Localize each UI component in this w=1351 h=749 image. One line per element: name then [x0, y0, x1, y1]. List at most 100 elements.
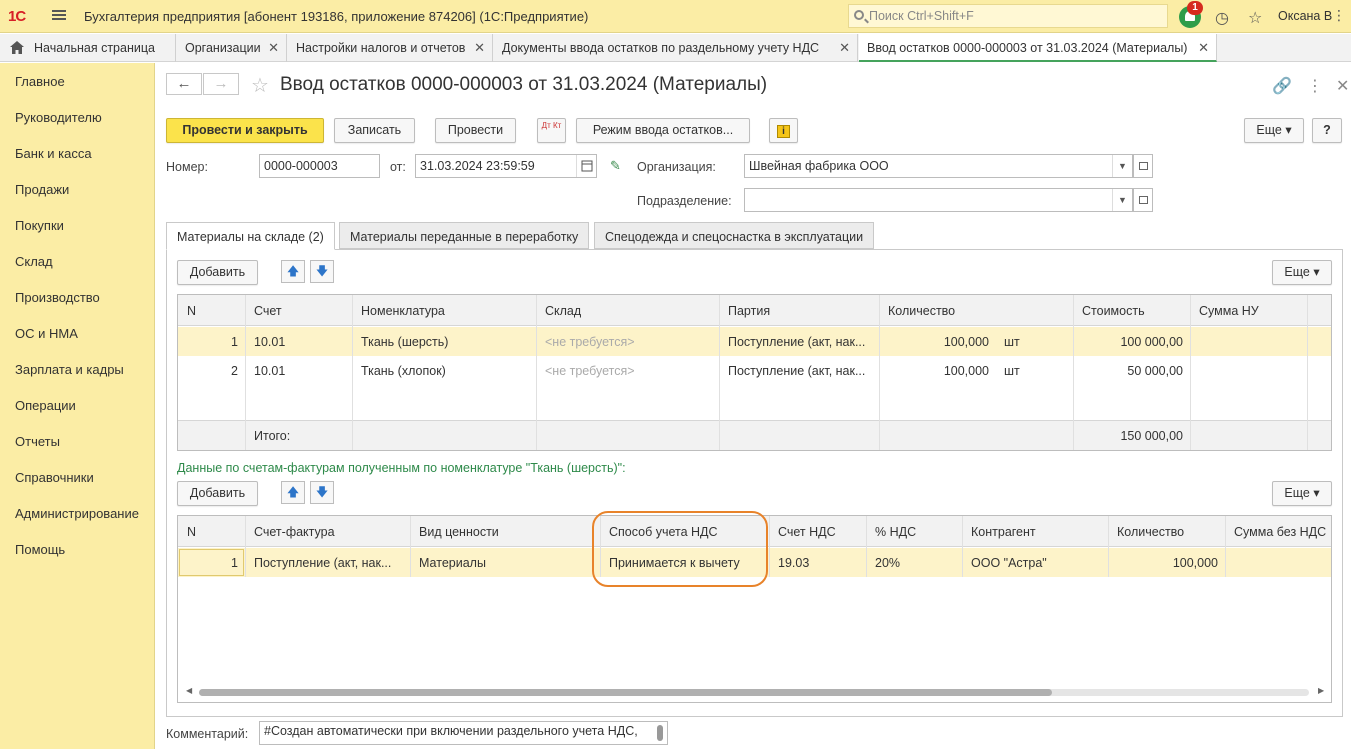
sidebar-item-operations[interactable]: Операции: [15, 398, 76, 413]
close-icon[interactable]: ✕: [839, 40, 850, 56]
tab-organizations[interactable]: Организации ✕: [177, 34, 287, 62]
value-kind-cell[interactable]: Материалы: [419, 556, 486, 570]
favorites-icon[interactable]: ☆: [1248, 8, 1262, 28]
batch-cell[interactable]: Поступление (акт, нак...: [728, 335, 874, 349]
move-up-icon[interactable]: 🡅: [281, 260, 305, 283]
post-button[interactable]: Провести: [435, 118, 516, 143]
cost-cell[interactable]: 100 000,00: [1073, 335, 1183, 349]
quantity-cell[interactable]: 100,000: [1108, 556, 1218, 570]
comment-scroll-thumb[interactable]: [657, 725, 663, 741]
col-header[interactable]: Стоимость: [1082, 304, 1145, 318]
sidebar-item-help[interactable]: Помощь: [15, 542, 65, 557]
open-department-button[interactable]: [1133, 188, 1153, 212]
counterparty-cell[interactable]: ООО "Астра": [971, 556, 1047, 570]
move-up-icon[interactable]: 🡅: [281, 481, 305, 504]
post-and-close-button[interactable]: Провести и закрыть: [166, 118, 324, 143]
organization-field[interactable]: Швейная фабрика ООО ▼: [744, 154, 1133, 178]
tab-home[interactable]: Начальная страница: [0, 34, 176, 62]
vat-rate-cell[interactable]: 20%: [875, 556, 900, 570]
close-icon[interactable]: ✕: [268, 40, 279, 56]
col-header[interactable]: % НДС: [875, 525, 916, 539]
scrollbar-thumb[interactable]: [199, 689, 1052, 696]
col-header[interactable]: Партия: [728, 304, 770, 318]
link-icon[interactable]: 🔗: [1272, 76, 1292, 96]
sidebar-item-payroll[interactable]: Зарплата и кадры: [15, 362, 124, 377]
sidebar-item-production[interactable]: Производство: [15, 290, 100, 305]
col-header[interactable]: Сумма без НДС: [1234, 525, 1326, 539]
user-name[interactable]: Оксана В: [1278, 9, 1332, 23]
batch-cell[interactable]: Поступление (акт, нак...: [728, 364, 874, 378]
sidebar-item-catalogs[interactable]: Справочники: [15, 470, 94, 485]
warehouse-cell[interactable]: <не требуется>: [545, 335, 635, 349]
sidebar-item-main[interactable]: Главное: [15, 74, 65, 89]
tab-materials-warehouse[interactable]: Материалы на складе (2): [166, 222, 335, 250]
add-button[interactable]: Добавить: [177, 481, 258, 506]
department-field[interactable]: ▼: [744, 188, 1133, 212]
favorite-star-icon[interactable]: ☆: [251, 73, 269, 98]
sidebar-item-sales[interactable]: Продажи: [15, 182, 69, 197]
menu-icon[interactable]: [52, 8, 66, 22]
quantity-cell[interactable]: 100,000: [879, 335, 989, 349]
scroll-left-icon[interactable]: ◀: [186, 686, 192, 695]
cost-cell[interactable]: 50 000,00: [1073, 364, 1183, 378]
back-button[interactable]: ←: [166, 73, 202, 95]
col-header[interactable]: Счет: [254, 304, 282, 318]
sidebar-item-admin[interactable]: Администрирование: [15, 506, 139, 521]
close-icon[interactable]: ✕: [1336, 76, 1349, 96]
close-icon[interactable]: ✕: [1198, 40, 1209, 56]
col-header[interactable]: N: [187, 525, 196, 539]
item-cell[interactable]: Ткань (шерсть): [361, 335, 448, 349]
sidebar-item-purchases[interactable]: Покупки: [15, 218, 64, 233]
more-button[interactable]: Еще ▾: [1272, 260, 1332, 285]
tab-vat-documents[interactable]: Документы ввода остатков по раздельному …: [494, 34, 858, 62]
invoice-cell[interactable]: Поступление (акт, нак...: [254, 556, 404, 570]
chevron-down-icon[interactable]: ▼: [1112, 189, 1132, 211]
col-header[interactable]: Счет НДС: [778, 525, 836, 539]
forward-button[interactable]: →: [203, 73, 239, 95]
open-organization-button[interactable]: [1133, 154, 1153, 178]
move-down-icon[interactable]: 🡇: [310, 260, 334, 283]
tab-workwear[interactable]: Спецодежда и спецоснастка в эксплуатации: [594, 222, 875, 249]
horizontal-scrollbar[interactable]: [199, 689, 1309, 696]
save-button[interactable]: Записать: [334, 118, 415, 143]
item-cell[interactable]: Ткань (хлопок): [361, 364, 446, 378]
sidebar-item-bank[interactable]: Банк и касса: [15, 146, 92, 161]
chevron-down-icon[interactable]: ▼: [1112, 155, 1132, 177]
history-icon[interactable]: ◷: [1215, 8, 1229, 28]
scroll-right-icon[interactable]: ▶: [1318, 686, 1324, 695]
col-header[interactable]: N: [187, 304, 196, 318]
tab-tax-settings[interactable]: Настройки налогов и отчетов ✕: [288, 34, 493, 62]
col-header[interactable]: Счет-фактура: [254, 525, 335, 539]
quantity-cell[interactable]: 100,000: [879, 364, 989, 378]
sidebar-item-reports[interactable]: Отчеты: [15, 434, 60, 449]
more-icon[interactable]: ⋮: [1307, 76, 1323, 96]
sidebar-item-manager[interactable]: Руководителю: [15, 110, 102, 125]
col-header[interactable]: Контрагент: [971, 525, 1036, 539]
sidebar-item-warehouse[interactable]: Склад: [15, 254, 53, 269]
move-down-icon[interactable]: 🡇: [310, 481, 334, 504]
calendar-icon[interactable]: [576, 155, 596, 177]
col-header[interactable]: Вид ценности: [419, 525, 499, 539]
more-icon[interactable]: ⋮: [1332, 7, 1346, 24]
more-button[interactable]: Еще ▾: [1272, 481, 1332, 506]
more-button[interactable]: Еще ▾: [1244, 118, 1304, 143]
add-button[interactable]: Добавить: [177, 260, 258, 285]
col-header[interactable]: Сумма НУ: [1199, 304, 1259, 318]
input-mode-button[interactable]: Режим ввода остатков...: [576, 118, 750, 143]
comment-field[interactable]: #Создан автоматически при включении разд…: [259, 721, 668, 745]
help-button[interactable]: ?: [1312, 118, 1342, 143]
col-header[interactable]: Количество: [1117, 525, 1184, 539]
col-header[interactable]: Склад: [545, 304, 581, 318]
account-cell[interactable]: 10.01: [254, 364, 285, 378]
sidebar-item-assets[interactable]: ОС и НМА: [15, 326, 78, 341]
tab-materials-processing[interactable]: Материалы переданные в переработку: [339, 222, 590, 249]
search-input[interactable]: Поиск Ctrl+Shift+F: [848, 4, 1168, 28]
info-button[interactable]: i: [769, 118, 798, 143]
col-header[interactable]: Количество: [888, 304, 955, 318]
number-field[interactable]: 0000-000003: [259, 154, 380, 178]
col-header[interactable]: Номенклатура: [361, 304, 445, 318]
dt-kt-button[interactable]: Дт Кт: [537, 118, 566, 143]
warehouse-cell[interactable]: <не требуется>: [545, 364, 635, 378]
close-icon[interactable]: ✕: [474, 40, 485, 56]
tab-current-document[interactable]: Ввод остатков 0000-000003 от 31.03.2024 …: [859, 34, 1217, 62]
